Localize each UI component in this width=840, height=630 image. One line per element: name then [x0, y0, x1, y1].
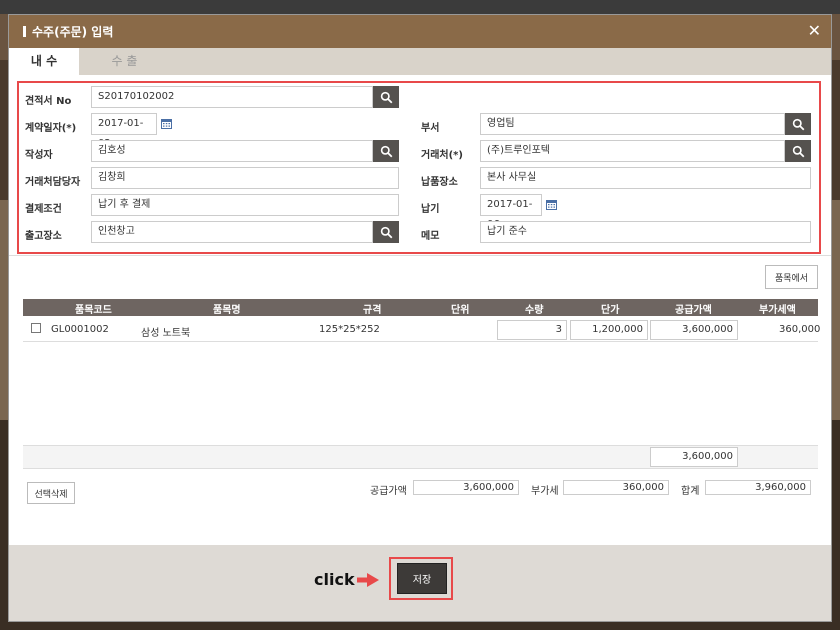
estimate-no-label: 견적서 No	[25, 96, 72, 107]
arrow-right-icon	[357, 573, 379, 587]
row-vat-value: 360,000	[779, 324, 821, 335]
grand-total-label: 합계	[681, 486, 700, 497]
payment-terms-field[interactable]: 납기 후 결제	[91, 194, 399, 216]
client-label: 거래처(*)	[421, 150, 463, 161]
order-form: 견적서 No S20170102002 계약일자(*) 2017-01-02 부…	[17, 81, 821, 254]
dept-field[interactable]: 영업팀	[480, 113, 785, 135]
contract-date-field[interactable]: 2017-01-02	[91, 113, 157, 149]
row-code: GL0001002	[51, 324, 109, 335]
sum-supply-value: 3,600,000	[650, 447, 738, 467]
col-header-supply: 공급가액	[675, 305, 712, 316]
delete-selected-button[interactable]: 선택삭제	[27, 482, 75, 504]
search-icon	[792, 118, 804, 130]
close-icon[interactable]: ✕	[808, 21, 821, 40]
row-name: 삼성 노트북	[141, 328, 191, 339]
dept-label: 부서	[421, 123, 440, 134]
row-price-input[interactable]: 1,200,000	[570, 320, 648, 340]
table-sum-row: 3,600,000	[23, 445, 818, 469]
due-date-field[interactable]: 2017-01-06	[480, 194, 542, 230]
tab-bar: 내 수 수 출	[9, 48, 831, 75]
warehouse-label: 출고장소	[25, 231, 62, 242]
col-header-name: 품목명	[213, 305, 241, 316]
col-header-qty: 수량	[525, 305, 544, 316]
table-row: GL0001002 삼성 노트북 125*25*252 3 1,200,000 …	[23, 318, 821, 342]
col-header-spec: 규격	[363, 305, 382, 316]
title-bar-marker	[23, 26, 26, 37]
estimate-no-field[interactable]: S20170102002	[91, 86, 373, 108]
add-items-button[interactable]: 품목에서	[765, 265, 818, 289]
col-header-code: 품목코드	[75, 305, 112, 316]
total-vat-value: 360,000	[563, 480, 669, 495]
row-supply-value: 3,600,000	[650, 320, 738, 340]
row-qty-input[interactable]: 3	[497, 320, 567, 340]
client-field[interactable]: (주)트루인포텍	[480, 140, 785, 162]
search-icon	[792, 145, 804, 157]
writer-label: 작성자	[25, 150, 53, 161]
order-entry-dialog: 수주(주문) 입력 ✕ 내 수 수 출 견적서 No S20170102002 …	[8, 14, 832, 622]
row-spec: 125*25*252	[319, 324, 380, 335]
total-supply-label: 공급가액	[370, 486, 407, 497]
estimate-search-button[interactable]	[373, 86, 399, 108]
dialog-footer: click 저장	[9, 545, 831, 621]
col-header-price: 단가	[601, 305, 620, 316]
client-contact-label: 거래처담당자	[25, 177, 81, 188]
col-header-vat: 부가세액	[759, 305, 796, 316]
row-checkbox[interactable]	[31, 323, 41, 333]
dialog-titlebar: 수주(주문) 입력 ✕	[9, 15, 831, 48]
calendar-icon[interactable]	[161, 118, 172, 129]
calendar-icon[interactable]	[546, 199, 557, 210]
client-search-button[interactable]	[785, 140, 811, 162]
delivery-place-field[interactable]: 본사 사무실	[480, 167, 811, 189]
warehouse-search-button[interactable]	[373, 221, 399, 243]
search-icon	[380, 91, 392, 103]
search-icon	[380, 226, 392, 238]
items-table-header: 품목코드 품목명 규격 단위 수량 단가 공급가액 부가세액	[23, 299, 818, 316]
dept-search-button[interactable]	[785, 113, 811, 135]
total-vat-label: 부가세	[531, 486, 559, 497]
total-supply-value: 3,600,000	[413, 480, 519, 495]
delivery-place-label: 납품장소	[421, 177, 458, 188]
warehouse-field[interactable]: 인천창고	[91, 221, 373, 243]
memo-label: 메모	[421, 231, 440, 242]
click-hint: click	[314, 570, 355, 589]
dialog-title: 수주(주문) 입력	[32, 25, 114, 39]
section-divider	[9, 255, 831, 256]
due-date-label: 납기	[421, 204, 440, 215]
client-contact-field[interactable]: 김창희	[91, 167, 399, 189]
search-icon	[380, 145, 392, 157]
contract-date-label: 계약일자(*)	[25, 123, 77, 134]
tab-export[interactable]: 수 출	[87, 48, 162, 75]
save-button[interactable]: 저장	[397, 563, 447, 594]
grand-total-value: 3,960,000	[705, 480, 811, 495]
memo-field[interactable]: 납기 준수	[480, 221, 811, 243]
payment-terms-label: 결제조건	[25, 204, 62, 215]
writer-search-button[interactable]	[373, 140, 399, 162]
col-header-unit: 단위	[451, 305, 470, 316]
writer-field[interactable]: 김호성	[91, 140, 373, 162]
tab-domestic[interactable]: 내 수	[9, 48, 79, 75]
